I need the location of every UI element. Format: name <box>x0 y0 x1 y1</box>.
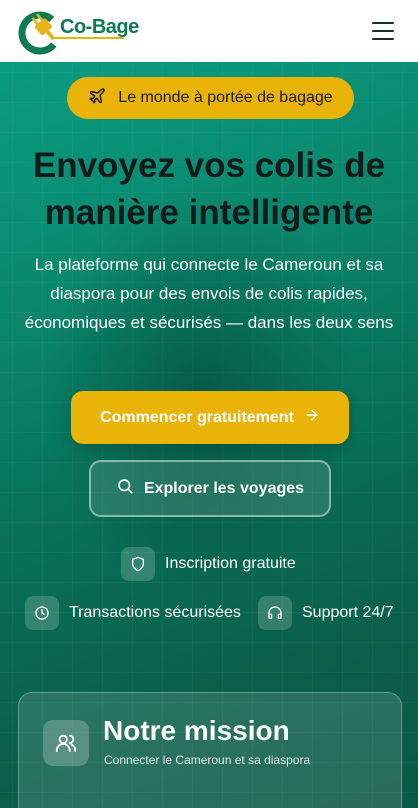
start-free-label: Commencer gratuitement <box>100 408 294 426</box>
explore-trips-button[interactable]: Explorer les voyages <box>89 460 331 517</box>
users-icon <box>43 720 89 766</box>
menu-line <box>372 38 394 40</box>
mission-subtitle: Connecter le Cameroun et sa diaspora <box>104 753 311 767</box>
cobage-plug-logo <box>18 7 66 55</box>
brand-name: Co-Bage <box>60 15 139 38</box>
hero-title-line: manière intelligente <box>44 193 374 232</box>
clock-icon <box>25 596 59 630</box>
hamburger-menu-icon[interactable] <box>372 22 394 40</box>
feature-free-signup: Inscription gratuite <box>121 547 296 581</box>
tagline-badge: Le monde à portée de bagage <box>67 77 354 119</box>
feature-secure-transactions: Transactions sécurisées <box>25 596 241 630</box>
menu-line <box>372 30 394 32</box>
menu-line <box>372 22 394 24</box>
hero-section: Le monde à portée de bagage Envoyez vos … <box>0 62 418 808</box>
arrow-right-icon <box>304 407 320 428</box>
brand-logo[interactable]: Co-Bage <box>18 6 139 56</box>
search-icon <box>116 477 134 500</box>
hero-title: Envoyez vos colis de manière intelligent… <box>0 142 418 236</box>
hero-title-line: Envoyez vos colis de <box>32 146 386 185</box>
feature-label: Support 24/7 <box>302 604 394 621</box>
brand-tagline-bar <box>54 37 124 39</box>
hero-subtitle: La plateforme qui connecte le Cameroun e… <box>24 255 394 332</box>
badge-label: Le monde à portée de bagage <box>118 89 333 106</box>
mission-card: Notre mission Connecter le Cameroun et s… <box>18 692 402 808</box>
site-header: Co-Bage <box>0 0 418 62</box>
start-free-button[interactable]: Commencer gratuitement <box>71 391 349 444</box>
explore-trips-label: Explorer les voyages <box>143 479 305 497</box>
plane-icon <box>88 87 106 110</box>
mission-title: Notre mission <box>103 715 290 746</box>
feature-label: Inscription gratuite <box>165 555 296 572</box>
feature-support: Support 24/7 <box>258 596 394 630</box>
feature-label: Transactions sécurisées <box>69 604 241 621</box>
shield-icon <box>121 547 155 581</box>
headphones-icon <box>258 596 292 630</box>
